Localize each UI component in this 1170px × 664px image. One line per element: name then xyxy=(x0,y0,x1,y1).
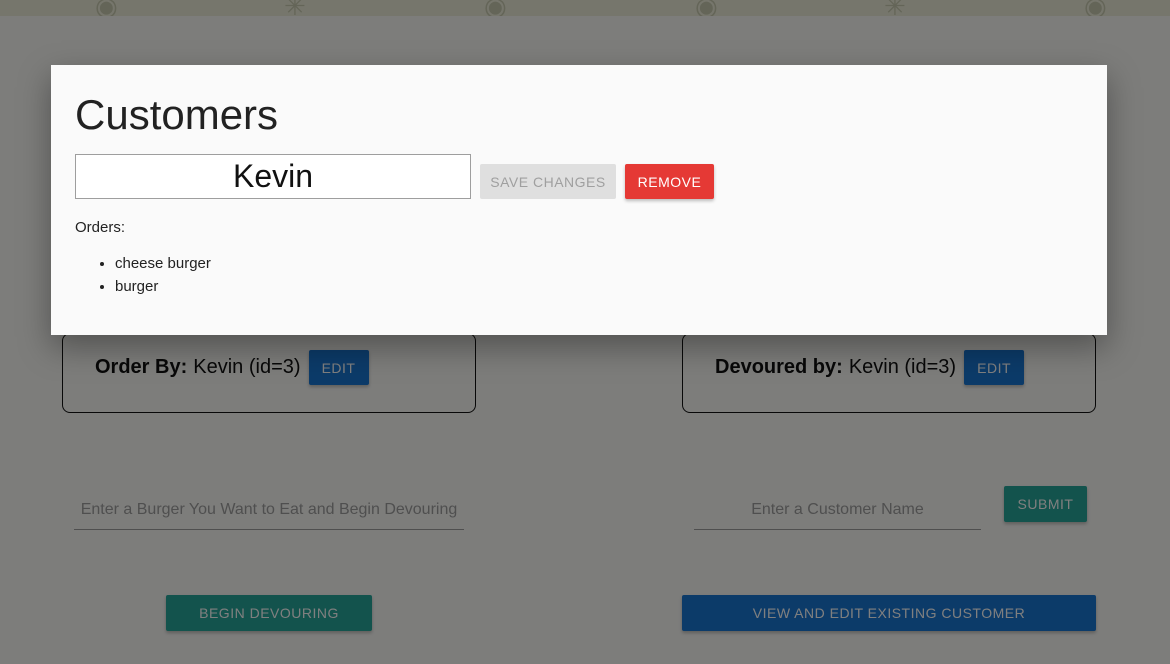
customer-name-field[interactable] xyxy=(75,154,471,199)
list-item: burger xyxy=(115,278,211,295)
save-changes-button[interactable]: SAVE CHANGES xyxy=(480,164,616,199)
customers-modal: Customers SAVE CHANGES REMOVE Orders: ch… xyxy=(51,65,1107,335)
orders-list: cheese burger burger xyxy=(115,255,211,301)
remove-button[interactable]: REMOVE xyxy=(625,164,714,199)
list-item: cheese burger xyxy=(115,255,211,272)
orders-label: Orders: xyxy=(75,219,126,236)
modal-title: Customers xyxy=(75,91,279,138)
